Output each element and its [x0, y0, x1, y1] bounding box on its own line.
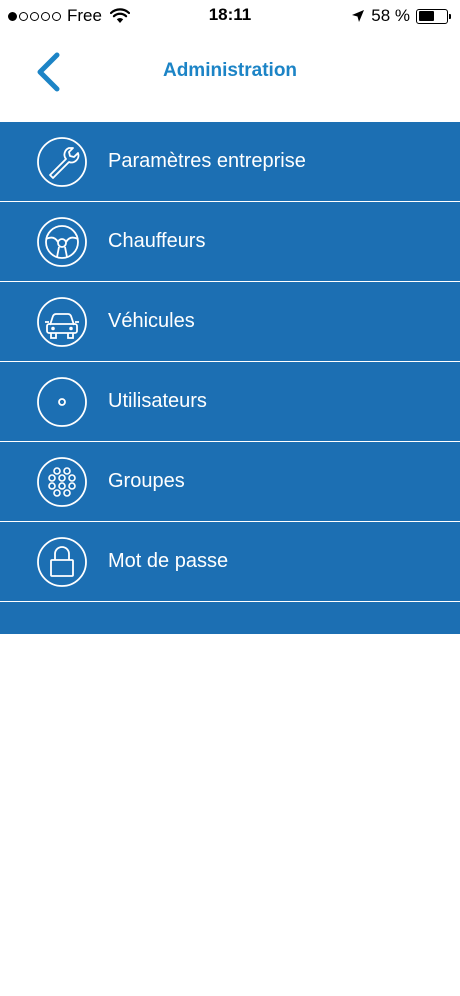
- menu-item-chauffeurs[interactable]: Chauffeurs: [0, 202, 460, 282]
- menu-item-label: Utilisateurs: [108, 390, 207, 412]
- menu-item-label: Paramètres entreprise: [108, 150, 306, 172]
- menu-item-mot-de-passe[interactable]: Mot de passe: [0, 522, 460, 602]
- wrench-icon: [37, 136, 87, 187]
- navigation-bar: Administration: [0, 32, 460, 122]
- steering-wheel-icon: [37, 216, 87, 267]
- lock-icon: [37, 536, 87, 587]
- car-icon: [37, 296, 87, 347]
- menu-item-label: Véhicules: [108, 310, 195, 332]
- menu-item-vehicules[interactable]: Véhicules: [0, 282, 460, 362]
- user-icon: [37, 376, 87, 427]
- admin-menu: Paramètres entreprise Chauffeurs Véhicul…: [0, 122, 460, 634]
- status-right: 58 %: [351, 6, 451, 26]
- menu-item-label: Chauffeurs: [108, 230, 206, 252]
- menu-item-label: Groupes: [108, 470, 185, 492]
- battery-level: [418, 11, 435, 21]
- location-arrow-icon: [352, 10, 365, 22]
- status-bar: Free 18:11 58 %: [0, 0, 460, 32]
- menu-item-utilisateurs[interactable]: Utilisateurs: [0, 362, 460, 442]
- menu-item-groupes[interactable]: Groupes: [0, 442, 460, 522]
- page-title: Administration: [162, 60, 298, 81]
- menu-item-label: Mot de passe: [108, 550, 229, 572]
- battery-icon: [416, 8, 451, 24]
- menu-item-parametres-entreprise[interactable]: Paramètres entreprise: [0, 122, 460, 202]
- battery-percent: 58 %: [371, 6, 410, 25]
- group-icon: [37, 456, 87, 507]
